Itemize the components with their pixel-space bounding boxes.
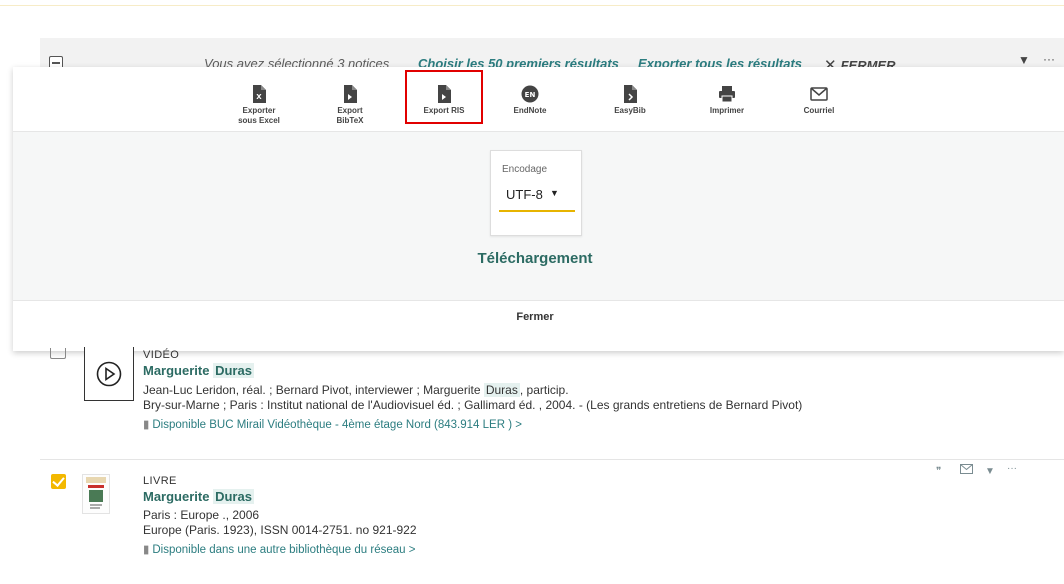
svg-text:X: X	[256, 93, 262, 101]
svg-text:EN: EN	[525, 91, 536, 99]
search-results-page: Vous avez sélectionné 3 notices Choisir …	[0, 0, 1064, 584]
excel-file-icon: X	[219, 84, 299, 104]
more-options-icon[interactable]: ···	[1007, 463, 1017, 474]
export-bibtex-label: Export BibTeX	[336, 106, 364, 125]
easybib-label: EasyBib	[614, 106, 646, 115]
mail-icon[interactable]	[960, 464, 973, 477]
export-bibtex-button[interactable]: Export BibTeX	[310, 84, 390, 126]
book-cover-thumbnail[interactable]	[82, 474, 110, 514]
result-authors-b: , particip.	[519, 383, 569, 397]
encoding-label: Encodage	[502, 164, 548, 175]
video-play-icon	[96, 361, 122, 386]
download-button[interactable]: Téléchargement	[13, 250, 1057, 267]
export-ris-button[interactable]: Export RIS	[405, 70, 483, 124]
export-excel-label: Exporter sous Excel	[238, 106, 280, 125]
mail-icon	[779, 84, 859, 104]
result-authors-a: Jean-Luc Leridon, réal. ; Bernard Pivot,…	[143, 383, 481, 397]
book-icon: ▮	[143, 419, 150, 431]
result-title[interactable]: Marguerite Duras	[143, 489, 417, 504]
export-toolbar: X Exporter sous Excel Export BibTeX Export…	[13, 67, 1064, 131]
export-ris-label: Export RIS	[423, 106, 465, 115]
result-authors-highlight: Duras	[483, 383, 520, 397]
result-availability-text: Disponible BUC Mirail Vidéothèque - 4ème…	[152, 419, 522, 431]
result-publication: Bry-sur-Marne ; Paris : Institut nationa…	[143, 398, 803, 412]
result-title-highlight: Duras	[213, 363, 254, 378]
pin-icon[interactable]: ▼	[985, 466, 995, 477]
result-availability-text: Disponible dans une autre bibliothèque d…	[152, 544, 416, 556]
encoding-underline	[499, 210, 575, 212]
result-item-video: VIDÉO Marguerite Duras Jean-Luc Leridon,…	[143, 349, 802, 431]
result-type: VIDÉO	[143, 349, 180, 361]
email-label: Courriel	[803, 106, 835, 115]
result-title-highlight: Duras	[213, 489, 254, 504]
caret-down-icon: ▼	[550, 188, 559, 198]
result-item-book: LIVRE Marguerite Duras Paris : Europe .,…	[143, 475, 417, 556]
result-divider	[40, 459, 1064, 460]
print-button[interactable]: Imprimer	[687, 84, 767, 116]
video-thumbnail[interactable]	[84, 347, 134, 401]
result-checkbox-checked[interactable]	[51, 474, 66, 489]
easybib-file-icon	[590, 84, 670, 104]
export-panel: X Exporter sous Excel Export BibTeX Export…	[13, 67, 1064, 351]
result-number-checkbox[interactable]	[50, 348, 66, 359]
endnote-label: EndNote	[513, 106, 547, 115]
bibtex-file-icon	[310, 84, 390, 104]
print-icon	[687, 84, 767, 104]
easybib-button[interactable]: EasyBib	[590, 84, 670, 116]
endnote-button[interactable]: EN EndNote	[490, 84, 570, 116]
email-button[interactable]: Courriel	[779, 84, 859, 116]
result-availability[interactable]: ▮ Disponible BUC Mirail Vidéothèque - 4èm…	[143, 417, 802, 431]
close-panel-button[interactable]: Fermer	[13, 311, 1057, 323]
more-options-icon[interactable]: ···	[1043, 52, 1055, 66]
result-authors: Jean-Luc Leridon, réal. ; Bernard Pivot,…	[143, 383, 802, 397]
book-icon: ▮	[143, 544, 150, 556]
result-title[interactable]: Marguerite Duras	[143, 363, 802, 378]
top-divider	[0, 0, 1064, 6]
print-label: Imprimer	[709, 106, 745, 115]
encoding-area: Encodage UTF-8 ▼ Téléchargement	[13, 131, 1064, 301]
quote-icon[interactable]: ❞	[936, 466, 941, 477]
result-availability[interactable]: ▮ Disponible dans une autre bibliothèque …	[143, 542, 417, 556]
result-type: LIVRE	[143, 475, 177, 487]
endnote-icon: EN	[490, 84, 570, 104]
export-excel-button[interactable]: X Exporter sous Excel	[219, 84, 299, 126]
encoding-value: UTF-8	[506, 187, 543, 202]
encoding-select[interactable]: Encodage UTF-8 ▼	[490, 150, 582, 236]
ris-file-icon	[407, 84, 481, 104]
result-publication: Paris : Europe ., 2006	[143, 508, 260, 522]
result-title-prefix: Marguerite	[143, 489, 210, 504]
result-series: Europe (Paris. 1923), ISSN 0014-2751. no…	[143, 523, 417, 537]
pin-icon[interactable]: ▼	[1018, 53, 1030, 67]
result-title-prefix: Marguerite	[143, 363, 210, 378]
